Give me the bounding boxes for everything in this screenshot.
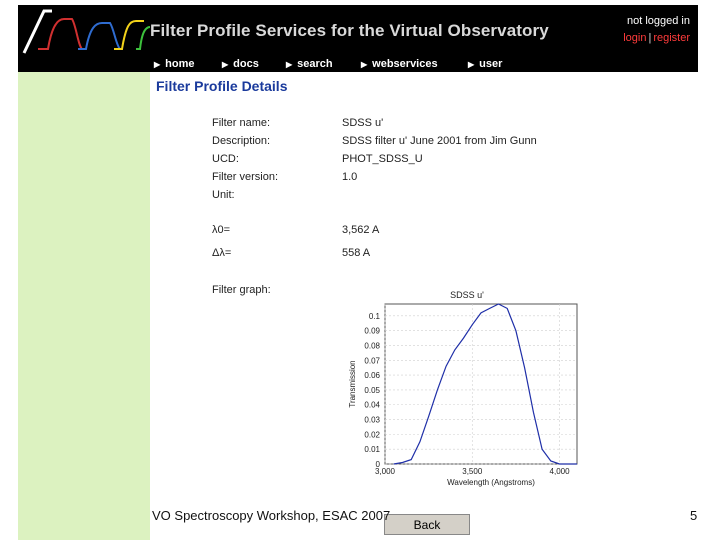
- page-title: Filter Profile Details: [156, 78, 288, 94]
- filter-name-label: Filter name:: [212, 117, 271, 129]
- y-tick-label: 0.1: [369, 312, 381, 321]
- description-label: Description:: [212, 135, 271, 147]
- site-title: Filter Profile Services for the Virtual …: [150, 21, 549, 40]
- web-page: Filter Profile Services for the Virtual …: [18, 5, 698, 540]
- y-tick-label: 0.08: [364, 341, 380, 350]
- nav-item-home[interactable]: ▶ home: [154, 58, 195, 70]
- y-tick-label: 0.03: [364, 416, 380, 425]
- filter-version-value: 1.0: [342, 171, 358, 183]
- login-links: login | register: [623, 32, 690, 44]
- slide-page-number: 5: [690, 508, 698, 523]
- nav-arrow-icon: ▶: [286, 60, 293, 69]
- back-button[interactable]: Back: [384, 514, 470, 535]
- slide-left-margin: [0, 0, 18, 540]
- filter-curves-logo: [22, 9, 150, 54]
- login-status: not logged in: [627, 15, 690, 27]
- x-tick-label: 3,000: [375, 467, 396, 476]
- nav-arrow-icon: ▶: [468, 60, 475, 69]
- description-value: SDSS filter u' June 2001 from Jim Gunn: [342, 135, 537, 147]
- lambda0-value: 3,562 A: [342, 224, 380, 236]
- nav-item-webservices[interactable]: ▶ webservices: [361, 58, 438, 70]
- filter-transmission-chart: 00.010.020.030.040.050.060.070.080.090.1…: [348, 290, 578, 487]
- register-link[interactable]: register: [653, 32, 690, 44]
- lambda0-label: λ0=: [212, 224, 231, 236]
- slide-footer-text: VO Spectroscopy Workshop, ESAC 2007: [152, 508, 391, 523]
- filter-graph-label: Filter graph:: [212, 284, 271, 296]
- nav-arrow-icon: ▶: [222, 60, 229, 69]
- ucd-label: UCD:: [212, 153, 239, 165]
- unit-label: Unit:: [212, 189, 235, 201]
- nav-arrow-icon: ▶: [361, 60, 368, 69]
- y-tick-label: 0.07: [364, 356, 380, 365]
- main-content: Filter Profile Details Filter name: SDSS…: [150, 72, 698, 540]
- chart-title: SDSS u': [450, 290, 484, 300]
- nav-item-label: webservices: [372, 58, 438, 70]
- y-tick-label: 0.02: [364, 430, 380, 439]
- nav-item-label: docs: [233, 58, 259, 70]
- nav-item-search[interactable]: ▶ search: [286, 58, 333, 70]
- y-tick-label: 0.04: [364, 401, 380, 410]
- site-banner: Filter Profile Services for the Virtual …: [18, 5, 698, 58]
- y-tick-label: 0.06: [364, 371, 380, 380]
- nav-arrow-icon: ▶: [154, 60, 161, 69]
- delta-lambda-value: 558 A: [342, 247, 371, 259]
- nav-bar: ▶ home ▶ docs ▶ search ▶ webservices ▶ user: [18, 58, 698, 72]
- sidebar: [18, 72, 150, 540]
- nav-item-label: user: [479, 58, 503, 70]
- y-tick-label: 0.01: [364, 445, 380, 454]
- x-axis-label: Wavelength (Angstroms): [447, 478, 535, 487]
- y-tick-label: 0.05: [364, 386, 380, 395]
- x-tick-label: 3,500: [462, 467, 483, 476]
- login-link[interactable]: login: [623, 32, 646, 44]
- nav-item-docs[interactable]: ▶ docs: [222, 58, 259, 70]
- y-axis-label: Transmission: [348, 360, 357, 407]
- nav-item-label: search: [297, 58, 333, 70]
- nav-item-label: home: [165, 58, 195, 70]
- plot-area: [384, 303, 578, 465]
- filter-name-value: SDSS u': [342, 117, 384, 129]
- y-tick-label: 0.09: [364, 327, 380, 336]
- nav-item-user[interactable]: ▶ user: [468, 58, 502, 70]
- delta-lambda-label: Δλ=: [212, 247, 232, 259]
- ucd-value: PHOT_SDSS_U: [342, 153, 423, 165]
- x-tick-label: 4,000: [550, 467, 571, 476]
- filter-version-label: Filter version:: [212, 171, 279, 183]
